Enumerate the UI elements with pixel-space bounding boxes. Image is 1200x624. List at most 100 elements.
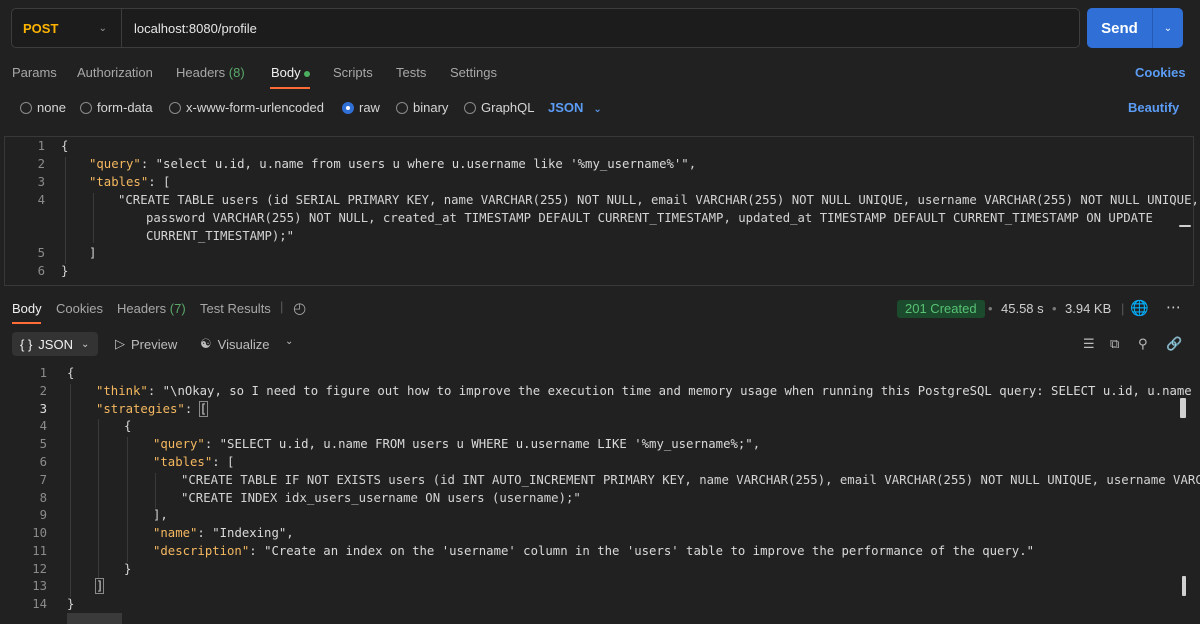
code-line: ] <box>94 578 105 594</box>
format-select[interactable]: { } JSON ⌄ <box>12 332 98 356</box>
json-string: "Create an index on the 'username' colum… <box>264 544 1035 558</box>
radio-none[interactable]: none <box>20 100 66 115</box>
json-key: "strategies" <box>96 402 185 416</box>
url-bar: POST ⌄ localhost:8080/profile <box>11 8 1080 48</box>
indent-guide <box>155 473 156 508</box>
code-line: "think": "\nOkay, so I need to figure ou… <box>96 384 1200 398</box>
cookies-link[interactable]: Cookies <box>1135 65 1186 80</box>
code-line: "tables": [ <box>153 455 235 469</box>
line-number: 14 <box>32 597 47 611</box>
matched-bracket: ] <box>94 578 105 594</box>
separator-dot: • <box>988 301 993 316</box>
url-input[interactable]: localhost:8080/profile <box>122 21 257 36</box>
globe-icon[interactable]: 🌐 <box>1130 299 1149 317</box>
tab-response-headers[interactable]: Headers (7) <box>117 301 186 316</box>
history-icon[interactable]: ◴ <box>293 299 306 317</box>
json-string: "SELECT u.id, u.name FROM users u WHERE … <box>219 437 753 451</box>
scrollbar-thumb[interactable] <box>1182 576 1186 596</box>
tab-headers[interactable]: Headers (8) <box>176 65 245 80</box>
radio-circle-icon <box>464 101 476 114</box>
line-number: 1 <box>37 139 45 153</box>
line-number: 9 <box>39 508 47 522</box>
visualize-chevron-icon[interactable]: ⌄ <box>285 336 293 347</box>
code-line: } <box>124 562 132 576</box>
preview-button[interactable]: ▷ Preview <box>115 336 177 352</box>
headers-count: (8) <box>228 65 245 80</box>
visualize-label: Visualize <box>217 336 270 352</box>
radio-urlencoded[interactable]: x-www-form-urlencoded <box>169 100 324 115</box>
response-headers-count: (7) <box>169 301 186 316</box>
radio-form-data[interactable]: form-data <box>80 100 153 115</box>
code-line: } <box>67 597 75 611</box>
tab-scripts[interactable]: Scripts <box>333 65 373 80</box>
send-button[interactable]: Send <box>1087 8 1153 48</box>
search-icon[interactable]: ⚲ <box>1138 336 1148 352</box>
line-number: 8 <box>39 491 47 505</box>
response-time: 45.58 s <box>1001 301 1044 316</box>
link-icon[interactable]: 🔗 <box>1166 336 1182 352</box>
tab-response-body[interactable]: Body <box>12 301 42 316</box>
request-tabs: Params Authorization Headers (8) Body Sc… <box>0 60 1200 89</box>
line-number: 6 <box>37 264 45 278</box>
line-number: 10 <box>32 526 47 540</box>
status-badge: 201 Created <box>897 300 985 318</box>
send-options-chevron-icon[interactable]: ⌄ <box>1153 8 1183 48</box>
json-string: "\nOkay, so I need to figure out how to … <box>162 384 1200 398</box>
scrollbar[interactable] <box>1179 225 1191 227</box>
json-key: "query" <box>153 437 205 451</box>
horizontal-scrollbar[interactable] <box>67 613 122 624</box>
code-line-wrap: CURRENT_TIMESTAMP);" <box>146 229 295 243</box>
language-select[interactable]: JSON ⌄ <box>548 100 602 115</box>
preview-label: Preview <box>131 336 178 352</box>
tab-body[interactable]: Body <box>271 65 310 80</box>
radio-circle-icon <box>80 101 92 114</box>
code-line: } <box>61 264 69 278</box>
json-key: "name" <box>153 526 198 540</box>
tab-response-cookies[interactable]: Cookies <box>56 301 103 316</box>
play-icon: ▷ <box>115 336 125 351</box>
code-line: ] <box>89 246 97 260</box>
line-number: 11 <box>32 544 47 558</box>
radio-selected-icon <box>342 101 354 114</box>
request-body-editor[interactable]: 1 2 3 4 5 6 { "query": "select u.id, u.n… <box>4 136 1199 286</box>
separator: | <box>1121 301 1125 316</box>
more-options-icon[interactable]: ⋯ <box>1166 298 1181 316</box>
tab-test-results[interactable]: Test Results <box>200 301 271 316</box>
line-number: 3 <box>37 175 45 189</box>
line-number: 7 <box>39 473 47 487</box>
line-number: 12 <box>32 562 47 576</box>
response-body-viewer[interactable]: 1 2 3 4 5 6 7 8 9 10 11 12 13 14 { "thin… <box>0 364 1200 624</box>
radio-binary[interactable]: binary <box>396 100 448 115</box>
code-line: "CREATE TABLE users (id SERIAL PRIMARY K… <box>118 193 1199 207</box>
code-line: { <box>61 139 69 153</box>
radio-raw[interactable]: raw <box>342 100 380 115</box>
active-tab-indicator <box>12 322 41 324</box>
tab-tests[interactable]: Tests <box>396 65 426 80</box>
beautify-button[interactable]: Beautify <box>1128 100 1179 115</box>
line-number: 1 <box>39 366 47 380</box>
visualize-button[interactable]: ☯ Visualize <box>200 336 269 352</box>
copy-icon[interactable]: ⧉ <box>1110 336 1119 352</box>
code-line: "strategies": [ <box>96 401 209 417</box>
tab-authorization[interactable]: Authorization <box>77 65 153 80</box>
radio-graphql[interactable]: GraphQL <box>464 100 534 115</box>
active-tab-indicator <box>270 87 310 89</box>
method-select[interactable]: POST ⌄ <box>12 9 122 47</box>
code-line-wrap: password VARCHAR(255) NOT NULL, created_… <box>146 211 1153 225</box>
line-number: 2 <box>37 157 45 171</box>
code-line: "CREATE TABLE IF NOT EXISTS users (id IN… <box>181 473 1200 487</box>
radio-none-label: none <box>37 100 66 115</box>
tab-params[interactable]: Params <box>12 65 57 80</box>
tab-settings[interactable]: Settings <box>450 65 497 80</box>
method-label: POST <box>23 20 59 36</box>
radio-raw-label: raw <box>359 100 380 115</box>
separator-dot: • <box>1052 301 1057 316</box>
line-number: 13 <box>32 579 47 593</box>
indent-guide <box>70 384 71 597</box>
code-line: "description": "Create an index on the '… <box>153 544 1035 558</box>
json-key: "tables" <box>153 455 213 469</box>
json-string: "Indexing" <box>212 526 287 540</box>
filter-icon[interactable]: ☰ <box>1083 336 1095 352</box>
radio-circle-icon <box>169 101 181 114</box>
line-number: 2 <box>39 384 47 398</box>
